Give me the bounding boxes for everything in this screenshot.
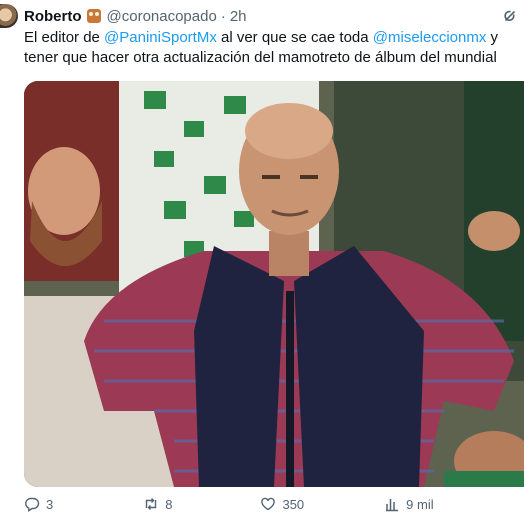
views-button[interactable]: 9 mil: [384, 496, 434, 512]
like-button[interactable]: 350: [260, 496, 304, 512]
mention-link[interactable]: @PaniniSportMx: [104, 29, 217, 46]
tweet-header: Roberto @coronacopado · 2h: [24, 6, 518, 26]
mention-link[interactable]: @miseleccionmx: [373, 29, 487, 46]
views-count: 9 mil: [406, 496, 434, 512]
retweet-count: 8: [165, 496, 173, 512]
separator-dot: ·: [220, 7, 226, 25]
grok-icon[interactable]: [502, 8, 518, 24]
text-segment: El editor de: [24, 29, 105, 46]
author-handle[interactable]: @coronacopado: [107, 8, 217, 25]
reply-count: 3: [46, 496, 54, 512]
tweet-actions: 3 8 350 9 mil: [24, 496, 524, 512]
views-chart-icon: [386, 499, 399, 512]
reply-icon: [25, 497, 40, 512]
like-count: 350: [282, 496, 305, 512]
heart-icon: [261, 497, 276, 511]
author-avatar[interactable]: [0, 4, 18, 28]
retweet-button[interactable]: 8: [143, 496, 172, 512]
tweet-photo[interactable]: [24, 81, 524, 487]
owl-badge-icon: [86, 9, 101, 23]
tweet-text: El editor de @PaniniSportMx al ver que s…: [24, 28, 522, 67]
photo-illustration: [24, 81, 524, 487]
retweet-icon: [146, 498, 157, 510]
tweet-time[interactable]: 2h: [230, 8, 247, 25]
author-name[interactable]: Roberto: [24, 8, 82, 25]
reply-button[interactable]: 3: [24, 496, 53, 512]
text-segment: al ver que se cae toda: [216, 29, 373, 46]
